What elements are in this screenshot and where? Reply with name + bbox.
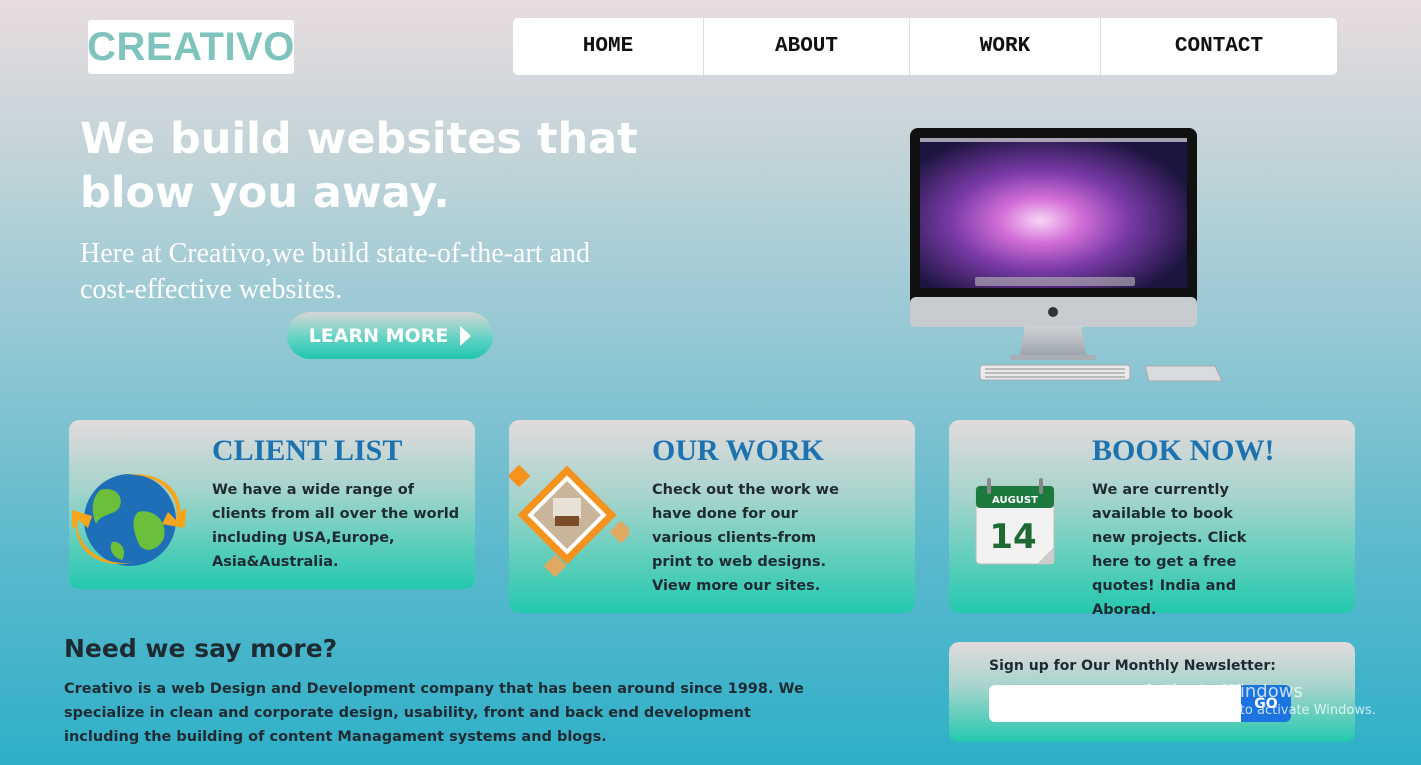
our-work-title: OUR WORK bbox=[652, 434, 824, 467]
our-work-text: Check out the work we have done for our … bbox=[652, 482, 839, 594]
watermark-line1: Activate Windows bbox=[1143, 681, 1303, 702]
portfolio-diamond-icon bbox=[509, 464, 629, 578]
play-arrow-icon bbox=[460, 325, 472, 346]
learn-more-button[interactable]: LEARN MORE bbox=[287, 312, 493, 359]
book-now-text: We are currently available to book new p… bbox=[1092, 482, 1247, 618]
watermark-line2: Go to Settings to activate Windows. bbox=[1143, 703, 1376, 718]
logo[interactable]: CREATIVO bbox=[87, 20, 295, 74]
about-text: Creativo is a web Design and Development… bbox=[64, 681, 804, 745]
learn-more-label: LEARN MORE bbox=[308, 324, 449, 347]
hero-subtitle: Here at Creativo,we build state-of-the-a… bbox=[80, 238, 591, 305]
client-list-text: We have a wide range of clients from all… bbox=[212, 482, 460, 570]
calendar-icon: AUGUST 14 bbox=[975, 478, 1055, 565]
newsletter-label: Sign up for Our Monthly Newsletter: bbox=[989, 658, 1276, 674]
our-work-card[interactable]: OUR WORK Check out the work we have done… bbox=[509, 420, 915, 613]
client-list-title: CLIENT LIST bbox=[212, 434, 403, 467]
nav-contact[interactable]: CONTACT bbox=[1101, 18, 1337, 75]
activate-windows-watermark: Activate Windows Go to Settings to activ… bbox=[1143, 681, 1376, 718]
book-now-card[interactable]: AUGUST 14 BOOK NOW! We are currently ava… bbox=[949, 420, 1355, 618]
logo-text: CREATIVO bbox=[87, 24, 295, 69]
book-now-title: BOOK NOW! bbox=[1092, 434, 1275, 467]
main-nav: HOME ABOUT WORK CONTACT bbox=[513, 18, 1337, 75]
nav-home[interactable]: HOME bbox=[513, 18, 704, 75]
calendar-day: 14 bbox=[989, 517, 1036, 557]
calendar-month: AUGUST bbox=[992, 495, 1038, 506]
imac-illustration bbox=[910, 128, 1223, 382]
nav-work[interactable]: WORK bbox=[910, 18, 1101, 75]
client-list-card[interactable]: CLIENT LIST We have a wide range of clie… bbox=[69, 420, 475, 589]
hero-title: We build websites that blow you away. bbox=[80, 114, 638, 218]
nav-about[interactable]: ABOUT bbox=[704, 18, 910, 75]
globe-arrows-icon bbox=[72, 474, 186, 566]
about-title: Need we say more? bbox=[64, 634, 338, 663]
